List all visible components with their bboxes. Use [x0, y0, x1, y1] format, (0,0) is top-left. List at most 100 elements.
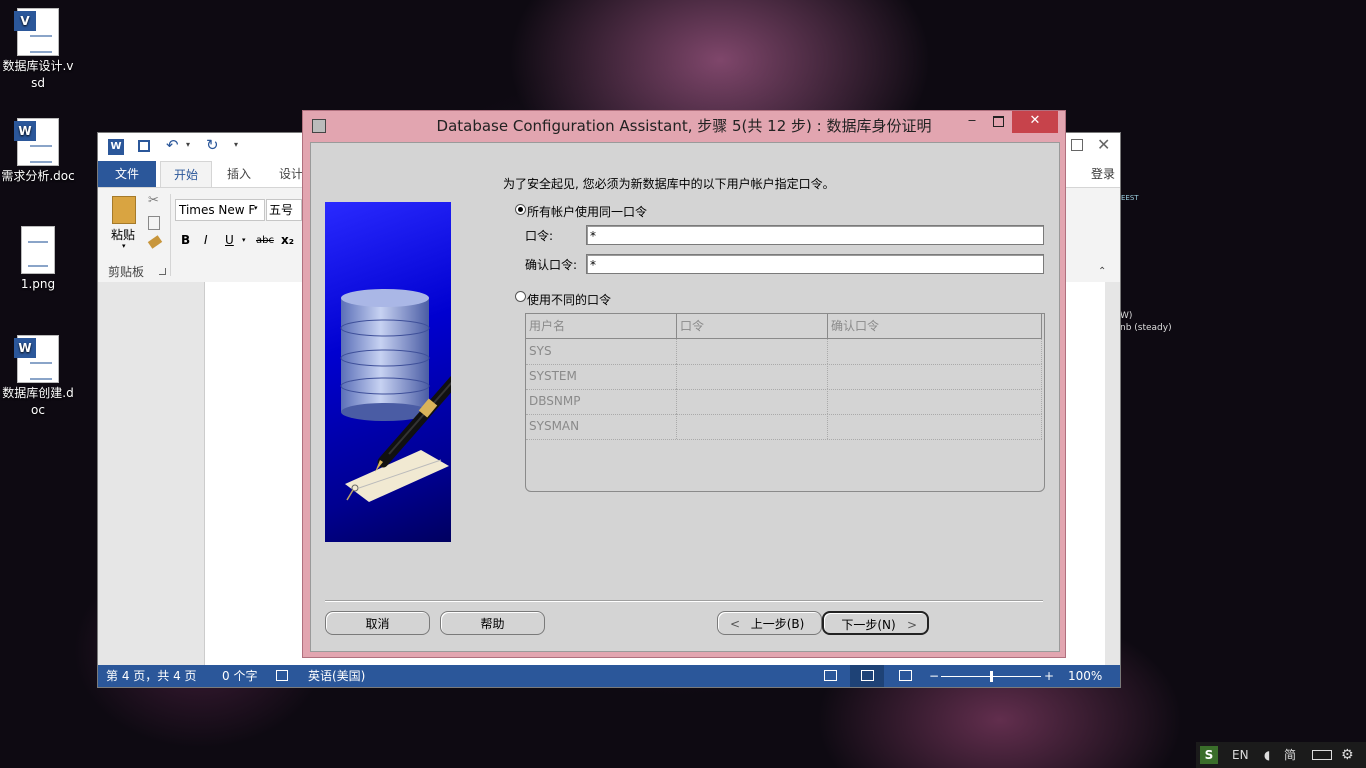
redo-icon[interactable]: ↻ [206, 136, 219, 154]
database-pen-icon [340, 289, 451, 502]
cell-password[interactable] [677, 339, 828, 364]
cell-confirm[interactable] [828, 364, 1042, 389]
help-button[interactable]: 帮助 [440, 611, 545, 635]
back-button[interactable]: < 上一步(B) [717, 611, 822, 635]
minimize-button[interactable]: ‒ [959, 111, 985, 133]
wallpaper-text: EEST [1121, 194, 1139, 202]
dialog-title: Database Configuration Assistant, 步骤 5(共… [436, 117, 932, 135]
format-painter-icon[interactable] [147, 235, 163, 249]
different-password-label[interactable]: 使用不同的口令 [527, 291, 611, 308]
subscript-button[interactable]: x₂ [281, 233, 294, 247]
dialog-body: 为了安全起见, 您必须为新数据库中的以下用户帐户指定口令。 所有帐户使用同一口令… [310, 142, 1060, 652]
font-name-value: Times New F [179, 203, 256, 217]
same-password-label[interactable]: 所有帐户使用同一口令 [527, 203, 647, 220]
system-tray: S EN ◖ 简 ⚙ [1196, 742, 1366, 768]
web-layout-icon[interactable] [899, 670, 912, 681]
desktop-icon-label: 数据库创建.doc [2, 386, 74, 417]
table-row[interactable]: SYSMAN [526, 414, 1042, 440]
font-size-value: 五号 [269, 203, 294, 217]
simplified-chinese-indicator[interactable]: 简 [1284, 742, 1296, 768]
dbca-dialog: Database Configuration Assistant, 步骤 5(共… [302, 110, 1066, 658]
cell-password[interactable] [677, 364, 828, 389]
maximize-button[interactable] [985, 111, 1011, 133]
desktop-icon-label: 1.png [20, 277, 56, 291]
cell-username: SYSMAN [526, 414, 677, 439]
cell-confirm[interactable] [828, 389, 1042, 414]
desktop-icon-visio[interactable]: V 数据库设计.vsd [0, 8, 76, 92]
undo-dropdown-icon[interactable]: ▾ [186, 140, 190, 149]
proofing-icon[interactable] [276, 670, 288, 681]
zoom-out-button[interactable]: − [929, 665, 939, 687]
image-file-icon [21, 226, 55, 274]
next-button[interactable]: 下一步(N) > [822, 611, 929, 635]
cell-username: SYS [526, 339, 677, 364]
undo-icon[interactable]: ↶ [166, 136, 179, 154]
cell-confirm[interactable] [828, 414, 1042, 439]
save-icon[interactable] [138, 140, 150, 152]
underline-button[interactable]: U [225, 233, 234, 247]
print-layout-glyph [861, 670, 874, 681]
font-size-select[interactable]: 五号 [266, 199, 302, 221]
paste-dropdown-icon[interactable]: ▾ [122, 242, 126, 250]
strikethrough-button[interactable]: abc [256, 235, 274, 246]
language-indicator-en[interactable]: EN [1232, 742, 1249, 768]
tab-insert[interactable]: 插入 [216, 161, 262, 187]
database-illustration [325, 202, 451, 542]
copy-icon[interactable] [148, 216, 160, 230]
read-mode-icon[interactable] [824, 670, 837, 681]
cancel-button[interactable]: 取消 [325, 611, 430, 635]
desktop-icon-db-create-doc[interactable]: W 数据库创建.doc [0, 335, 76, 419]
table-row[interactable]: DBSNMP [526, 389, 1042, 415]
table-row[interactable]: SYSTEM [526, 364, 1042, 390]
underline-dropdown-icon[interactable]: ▾ [242, 236, 246, 244]
login-link[interactable]: 登录 [1088, 161, 1118, 187]
customize-toolbar-icon[interactable]: ▾ [234, 140, 238, 149]
restore-icon[interactable] [1071, 139, 1083, 151]
word-count[interactable]: 0 个字 [222, 665, 257, 687]
sogou-ime-icon[interactable]: S [1200, 746, 1218, 764]
page-count[interactable]: 第 4 页，共 4 页 [106, 665, 197, 687]
desktop-icon-png[interactable]: 1.png [0, 226, 76, 293]
font-name-select[interactable]: Times New F [175, 199, 265, 221]
cell-username: SYSTEM [526, 364, 677, 389]
settings-gear-icon[interactable]: ⚙ [1341, 742, 1354, 768]
password-field[interactable]: * [586, 225, 1044, 245]
zoom-level[interactable]: 100% [1068, 665, 1102, 687]
column-header-password[interactable]: 口令 [677, 314, 828, 338]
cell-username: DBSNMP [526, 389, 677, 414]
paste-button[interactable]: 粘贴 [111, 226, 135, 243]
tab-file[interactable]: 文件 [98, 161, 156, 187]
desktop-icon-requirements-doc[interactable]: W 需求分析.doc [0, 118, 76, 185]
confirm-password-field[interactable]: * [586, 254, 1044, 274]
same-password-radio[interactable] [515, 204, 526, 215]
zoom-slider-thumb[interactable] [990, 671, 993, 682]
italic-button[interactable]: I [204, 233, 208, 247]
chevron-right-icon: > [906, 618, 917, 632]
column-header-username[interactable]: 用户名 [526, 314, 677, 338]
paste-icon[interactable] [112, 196, 136, 224]
clipboard-group-label: 剪贴板 [108, 265, 145, 279]
cell-password[interactable] [677, 414, 828, 439]
tab-home[interactable]: 开始 [160, 161, 212, 187]
column-header-confirm[interactable]: 确认口令 [828, 314, 1042, 338]
cut-icon[interactable]: ✂ [148, 193, 159, 208]
close-icon[interactable]: ✕ [1097, 135, 1110, 154]
maximize-icon [992, 116, 1004, 127]
cell-password[interactable] [677, 389, 828, 414]
clipboard-launcher-icon[interactable] [159, 268, 166, 275]
moon-icon[interactable]: ◖ [1264, 742, 1270, 768]
zoom-in-button[interactable]: + [1044, 665, 1054, 687]
language-indicator[interactable]: 英语(美国) [308, 665, 365, 687]
instruction-text: 为了安全起见, 您必须为新数据库中的以下用户帐户指定口令。 [503, 177, 835, 191]
close-button[interactable]: ✕ [1012, 111, 1058, 133]
collapse-ribbon-icon[interactable]: ⌃ [1098, 266, 1106, 277]
word-file-icon: W [14, 118, 59, 166]
different-password-radio[interactable] [515, 291, 526, 302]
bold-button[interactable]: B [181, 233, 190, 247]
word-app-icon: W [108, 139, 124, 155]
keyboard-icon[interactable] [1312, 750, 1332, 760]
password-label: 口令: [525, 229, 554, 243]
table-row[interactable]: SYS [526, 339, 1042, 365]
chevron-down-icon[interactable]: ▾ [254, 204, 258, 212]
cell-confirm[interactable] [828, 339, 1042, 364]
